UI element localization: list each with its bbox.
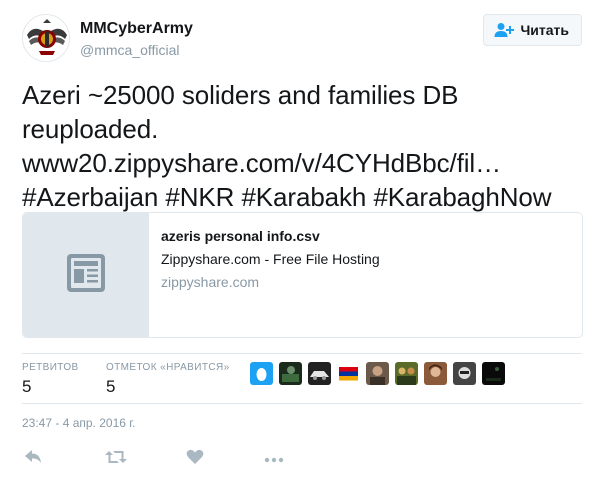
card-title: azeris personal info.csv xyxy=(161,228,320,244)
likes-label: ОТМЕТОК «НРАВИТСЯ» xyxy=(106,362,230,373)
winged-emblem-logo-icon xyxy=(24,16,69,61)
author-names: MMCyberArmy @mmca_official xyxy=(80,19,193,59)
hashtag-nkr[interactable]: #NKR xyxy=(165,182,234,212)
link-preview-card[interactable]: azeris personal info.csv Zippyshare.com … xyxy=(22,212,583,338)
retweets-stat[interactable]: РЕТВИТОВ 5 xyxy=(22,362,79,397)
tweet-timestamp[interactable]: 23:47 - 4 апр. 2016 г. xyxy=(22,416,136,430)
tweet-line-2: reuploaded. xyxy=(22,114,159,144)
card-description: Zippyshare.com - Free File Hosting xyxy=(161,251,380,267)
stats-top-divider xyxy=(22,353,582,354)
card-thumbnail xyxy=(23,213,149,337)
follow-button[interactable]: Читать xyxy=(483,14,582,46)
flag-avatar[interactable] xyxy=(337,362,360,385)
article-icon xyxy=(66,253,106,298)
egg-avatar[interactable] xyxy=(250,362,273,385)
reply-icon xyxy=(24,449,42,470)
car-avatar[interactable] xyxy=(308,362,331,385)
card-domain: zippyshare.com xyxy=(161,274,260,290)
group-avatar[interactable] xyxy=(395,362,418,385)
retweet-button[interactable] xyxy=(105,448,127,470)
follow-button-label: Читать xyxy=(520,22,569,38)
night-avatar[interactable] xyxy=(482,362,505,385)
retweets-label: РЕТВИТОВ xyxy=(22,362,79,373)
reply-button[interactable] xyxy=(22,448,44,470)
stats-bottom-divider xyxy=(22,403,582,404)
tweet-action-bar xyxy=(22,448,322,470)
likes-stat[interactable]: ОТМЕТОК «НРАВИТСЯ» 5 xyxy=(106,362,230,397)
dark-avatar[interactable] xyxy=(279,362,302,385)
author-screen-name[interactable]: @mmca_official xyxy=(80,41,193,59)
tweet-text: Azeri ~25000 soliders and families DB re… xyxy=(22,78,582,214)
tweet-hashtags-line: #Azerbaijan #NKR #Karabakh #KarabaghNow xyxy=(22,180,582,214)
tweet-link[interactable]: www20.zippyshare.com/v/4CYHdBbc/fil… xyxy=(22,146,582,180)
like-icon xyxy=(186,449,204,470)
face-avatar[interactable] xyxy=(366,362,389,385)
liker-avatars xyxy=(250,362,505,385)
author-avatar[interactable] xyxy=(22,14,70,62)
like-button[interactable] xyxy=(184,448,206,470)
helmet-avatar[interactable] xyxy=(453,362,476,385)
more-icon xyxy=(264,450,284,468)
more-button[interactable] xyxy=(263,448,285,470)
author-full-name[interactable]: MMCyberArmy xyxy=(80,19,193,39)
card-body: azeris personal info.csv Zippyshare.com … xyxy=(149,213,392,337)
tweet-line-1: Azeri ~25000 soliders and families DB xyxy=(22,80,459,110)
hashtag-karabaghnow[interactable]: #KarabaghNow xyxy=(373,182,551,212)
likes-count: 5 xyxy=(106,377,116,396)
retweet-icon xyxy=(105,449,127,470)
tweet-header: MMCyberArmy @mmca_official Читать xyxy=(22,14,582,62)
retweets-count: 5 xyxy=(22,377,32,396)
hashtag-karabakh[interactable]: #Karabakh xyxy=(241,182,366,212)
portrait-avatar[interactable] xyxy=(424,362,447,385)
add-user-icon xyxy=(494,22,515,38)
hashtag-azerbaijan[interactable]: #Azerbaijan xyxy=(22,182,158,212)
